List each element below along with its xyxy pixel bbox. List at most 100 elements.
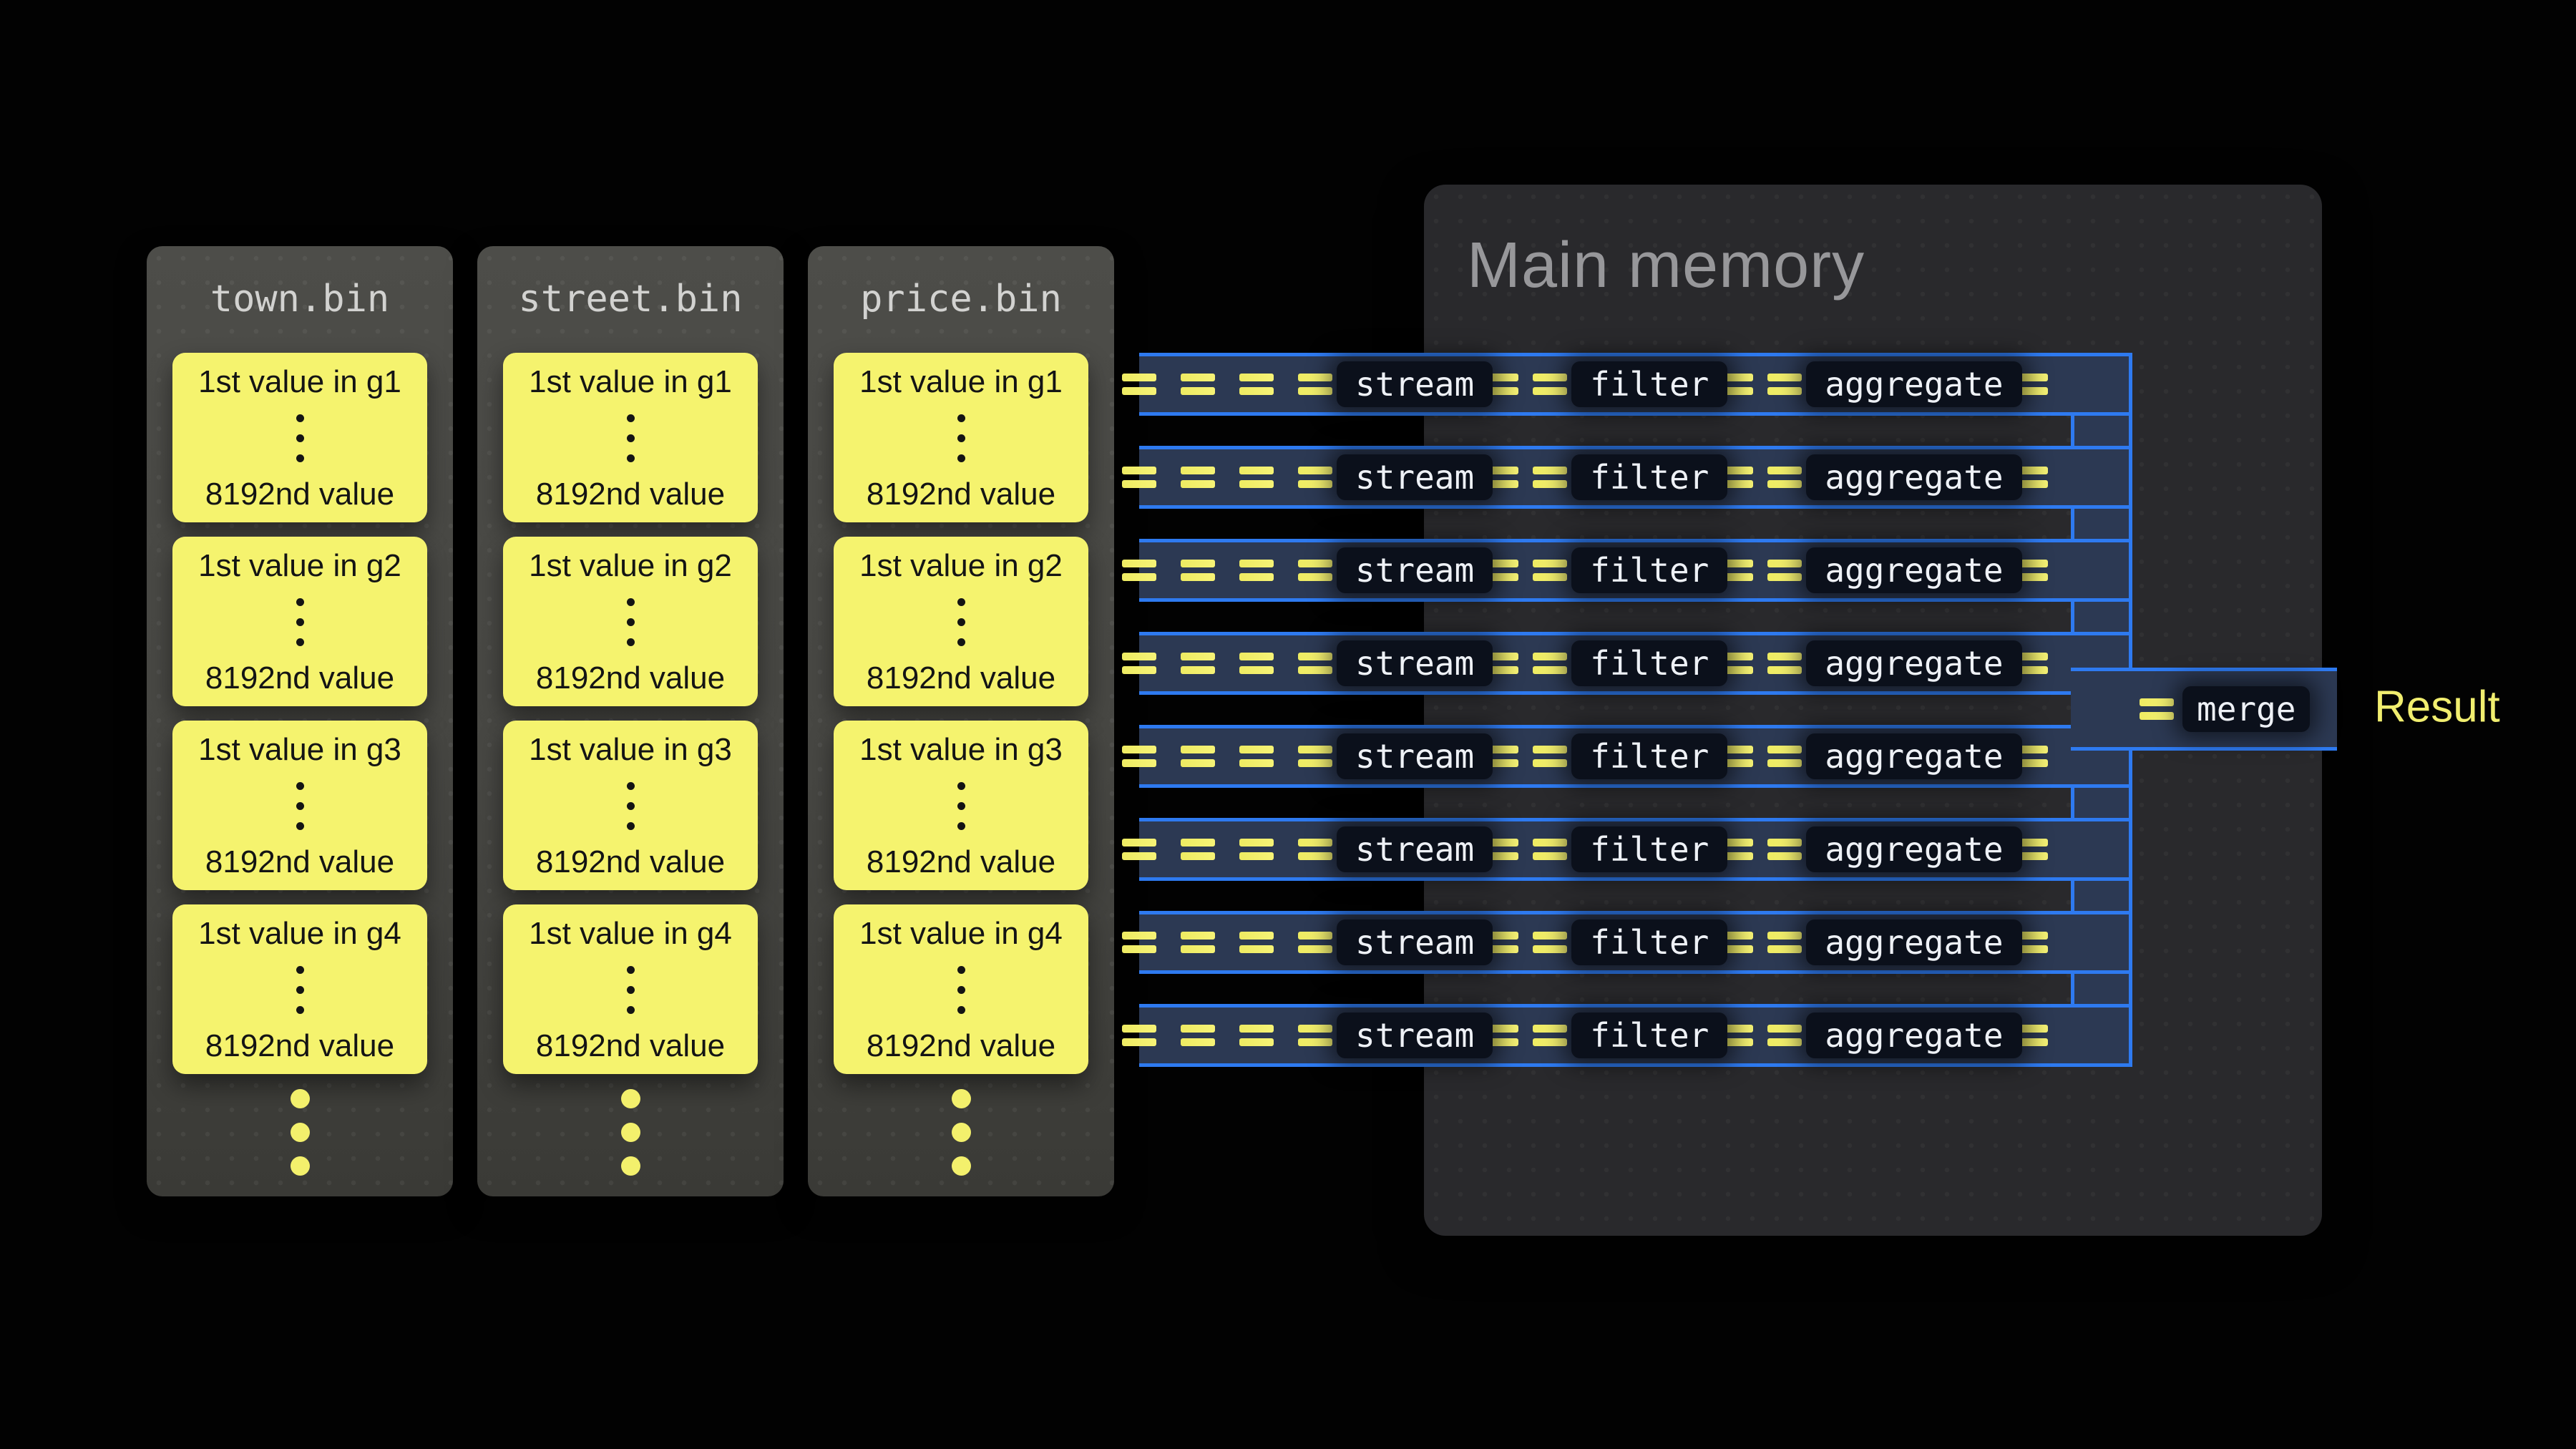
data-chunk-equals-icon <box>1767 653 1802 674</box>
filter-operator-chip: filter <box>1571 1013 1727 1058</box>
ellipsis-dots-icon <box>957 966 965 1014</box>
ellipsis-dots-icon <box>296 966 304 1014</box>
block-last-value: 8192nd value <box>867 1028 1055 1064</box>
value-group-block: 1st value in g3 8192nd value <box>503 721 758 890</box>
more-groups-dots-icon <box>808 1089 1114 1176</box>
file-column-street: street.bin 1st value in g1 8192nd value … <box>477 246 784 1196</box>
data-chunk-equals-icon <box>1181 560 1215 581</box>
value-group-block: 1st value in g2 8192nd value <box>172 537 427 706</box>
data-chunk-equals-icon <box>1239 467 1274 488</box>
stream-operator-chip: stream <box>1337 1013 1493 1058</box>
data-chunk-equals-icon <box>1767 839 1802 860</box>
filter-operator-chip: filter <box>1571 733 1727 779</box>
data-chunk-equals-icon <box>1533 374 1567 395</box>
value-group-block: 1st value in g4 8192nd value <box>172 904 427 1074</box>
data-chunk-equals-icon <box>1298 467 1332 488</box>
pipeline-row-content: stream filter aggregate <box>1122 356 2048 412</box>
ellipsis-dots-icon <box>627 414 635 462</box>
filter-operator-chip: filter <box>1571 826 1727 872</box>
block-first-value: 1st value in g1 <box>859 364 1063 400</box>
data-chunk-equals-icon <box>1533 653 1567 674</box>
data-chunk-equals-icon <box>1122 560 1156 581</box>
data-chunk-equals-icon <box>1239 932 1274 953</box>
aggregate-operator-chip: aggregate <box>1806 640 2021 686</box>
data-chunk-equals-icon <box>1298 560 1332 581</box>
data-chunk-equals-icon <box>1767 1025 1802 1046</box>
block-first-value: 1st value in g3 <box>859 732 1063 768</box>
merge-operator-chip: merge <box>2182 686 2310 732</box>
data-chunk-equals-icon <box>1533 746 1567 767</box>
data-chunk-equals-icon <box>1767 746 1802 767</box>
block-first-value: 1st value in g2 <box>198 548 401 584</box>
data-chunk-equals-icon <box>1533 1025 1567 1046</box>
pipeline-connector-window <box>1139 877 2074 914</box>
block-last-value: 8192nd value <box>205 844 394 880</box>
pipeline-connector-window <box>1139 691 2074 728</box>
block-first-value: 1st value in g2 <box>529 548 732 584</box>
value-group-block: 1st value in g2 8192nd value <box>834 537 1088 706</box>
data-chunk-equals-icon <box>1181 467 1215 488</box>
data-chunk-equals-icon <box>1298 374 1332 395</box>
stream-operator-chip: stream <box>1337 640 1493 686</box>
block-last-value: 8192nd value <box>536 1028 725 1064</box>
data-chunk-equals-icon <box>1533 560 1567 581</box>
filter-operator-chip: filter <box>1571 640 1727 686</box>
data-chunk-equals-icon <box>1533 932 1567 953</box>
file-column-price: price.bin 1st value in g1 8192nd value 1… <box>808 246 1114 1196</box>
block-first-value: 1st value in g2 <box>859 548 1063 584</box>
block-last-value: 8192nd value <box>536 477 725 512</box>
block-first-value: 1st value in g4 <box>859 916 1063 952</box>
data-chunk-equals-icon <box>1122 467 1156 488</box>
stream-operator-chip: stream <box>1337 826 1493 872</box>
value-group-block: 1st value in g1 8192nd value <box>172 353 427 522</box>
block-last-value: 8192nd value <box>205 1028 394 1064</box>
main-memory-title: Main memory <box>1467 229 1865 303</box>
result-label: Result <box>2374 682 2500 733</box>
aggregate-operator-chip: aggregate <box>1806 454 2021 500</box>
data-chunk-equals-icon <box>1767 467 1802 488</box>
data-chunk-equals-icon <box>1239 653 1274 674</box>
data-chunk-equals-icon <box>1767 932 1802 953</box>
data-chunk-equals-icon <box>1239 374 1274 395</box>
stream-operator-chip: stream <box>1337 454 1493 500</box>
data-chunk-equals-icon <box>1122 839 1156 860</box>
filter-operator-chip: filter <box>1571 361 1727 407</box>
data-chunk-equals-icon <box>1122 932 1156 953</box>
block-last-value: 8192nd value <box>536 660 725 696</box>
value-group-block: 1st value in g4 8192nd value <box>834 904 1088 1074</box>
data-chunk-equals-icon <box>1181 932 1215 953</box>
data-chunk-equals-icon <box>1533 839 1567 860</box>
block-last-value: 8192nd value <box>867 477 1055 512</box>
data-chunk-equals-icon <box>1181 374 1215 395</box>
ellipsis-dots-icon <box>957 782 965 830</box>
data-chunk-equals-icon <box>1298 746 1332 767</box>
data-chunk-equals-icon <box>1298 1025 1332 1046</box>
data-chunk-equals-icon <box>1181 1025 1215 1046</box>
ellipsis-dots-icon <box>627 598 635 646</box>
block-first-value: 1st value in g4 <box>198 916 401 952</box>
data-chunk-equals-icon <box>1122 653 1156 674</box>
pipeline-connector-window <box>1139 970 2074 1008</box>
pipeline-connector-window <box>1139 784 2074 821</box>
pipeline-row-content: stream filter aggregate <box>1122 449 2048 505</box>
block-last-value: 8192nd value <box>205 477 394 512</box>
ellipsis-dots-icon <box>957 598 965 646</box>
data-chunk-equals-icon <box>1122 746 1156 767</box>
block-last-value: 8192nd value <box>867 844 1055 880</box>
data-chunk-equals-icon <box>1298 839 1332 860</box>
pipeline-row-content: stream filter aggregate <box>1122 914 2048 970</box>
data-chunk-equals-icon <box>1767 374 1802 395</box>
filter-operator-chip: filter <box>1571 919 1727 965</box>
block-first-value: 1st value in g4 <box>529 916 732 952</box>
ellipsis-dots-icon <box>627 782 635 830</box>
ellipsis-dots-icon <box>627 966 635 1014</box>
file-column-town: town.bin 1st value in g1 8192nd value 1s… <box>147 246 453 1196</box>
pipeline-row-content: stream filter aggregate <box>1122 542 2048 598</box>
more-groups-dots-icon <box>477 1089 784 1176</box>
ellipsis-dots-icon <box>957 414 965 462</box>
value-group-block: 1st value in g4 8192nd value <box>503 904 758 1074</box>
block-first-value: 1st value in g3 <box>198 732 401 768</box>
diagram-canvas: town.bin 1st value in g1 8192nd value 1s… <box>0 0 2576 1449</box>
value-group-block: 1st value in g3 8192nd value <box>172 721 427 890</box>
block-first-value: 1st value in g1 <box>529 364 732 400</box>
